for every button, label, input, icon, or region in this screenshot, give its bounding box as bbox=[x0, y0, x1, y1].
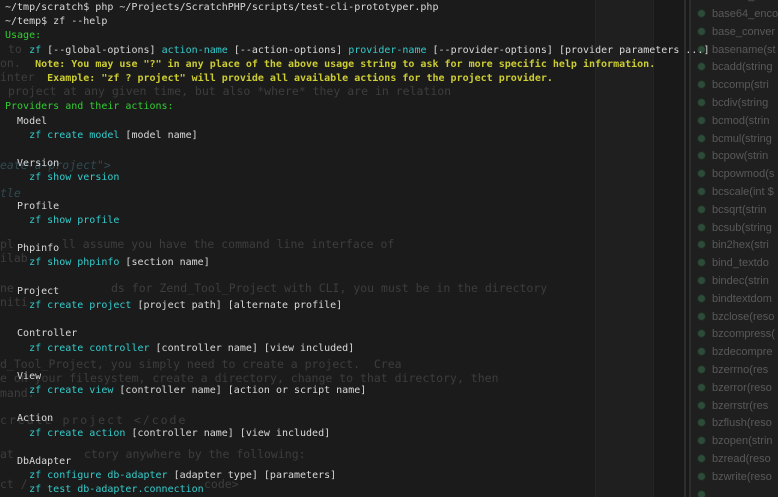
terminal-line bbox=[5, 143, 778, 157]
terminal-line: zf show phpinfo [section name] bbox=[5, 256, 778, 270]
terminal-line: zf create project [project path] [altern… bbox=[5, 299, 778, 313]
terminal-line: View bbox=[5, 370, 778, 384]
terminal-line: Controller bbox=[5, 327, 778, 341]
terminal-line bbox=[5, 185, 778, 199]
terminal-line: DbAdapter bbox=[5, 455, 778, 469]
terminal-line: zf create view [controller name] [action… bbox=[5, 384, 778, 398]
terminal-line: Phpinfo bbox=[5, 242, 778, 256]
terminal-line bbox=[5, 398, 778, 412]
terminal-line: Usage: bbox=[5, 29, 778, 43]
terminal-line bbox=[5, 86, 778, 100]
terminal-line: Version bbox=[5, 157, 778, 171]
terminal-line: Note: You may use "?" in any place of th… bbox=[5, 58, 778, 72]
terminal-line: zf show profile bbox=[5, 214, 778, 228]
terminal-line: zf [--global-options] action-name [--act… bbox=[5, 44, 778, 58]
terminal-line: Action bbox=[5, 412, 778, 426]
terminal-line: Project bbox=[5, 285, 778, 299]
terminal-line bbox=[5, 313, 778, 327]
screen: toon.interproject at any given time, but… bbox=[0, 0, 778, 497]
terminal-line: Providers and their actions: bbox=[5, 100, 778, 114]
terminal-line: Profile bbox=[5, 200, 778, 214]
terminal-line bbox=[5, 271, 778, 285]
terminal-line: zf create action [controller name] [view… bbox=[5, 427, 778, 441]
terminal-line: Model bbox=[5, 115, 778, 129]
terminal-line: zf create controller [controller name] [… bbox=[5, 342, 778, 356]
terminal-line bbox=[5, 441, 778, 455]
terminal-line: zf configure db-adapter [adapter type] [… bbox=[5, 469, 778, 483]
terminal-line: zf test db-adapter.connection bbox=[5, 483, 778, 497]
terminal-line: zf create model [model name] bbox=[5, 129, 778, 143]
terminal-line: ~/tmp/scratch$ php ~/Projects/ScratchPHP… bbox=[5, 1, 778, 15]
terminal-line bbox=[5, 356, 778, 370]
terminal-line bbox=[5, 228, 778, 242]
terminal-line: ~/temp$ zf --help bbox=[5, 15, 778, 29]
terminal-window[interactable]: ~/tmp/scratch$ php ~/Projects/ScratchPHP… bbox=[5, 1, 778, 497]
terminal-line: Example: "zf ? project" will provide all… bbox=[5, 72, 778, 86]
terminal-line: zf show version bbox=[5, 171, 778, 185]
